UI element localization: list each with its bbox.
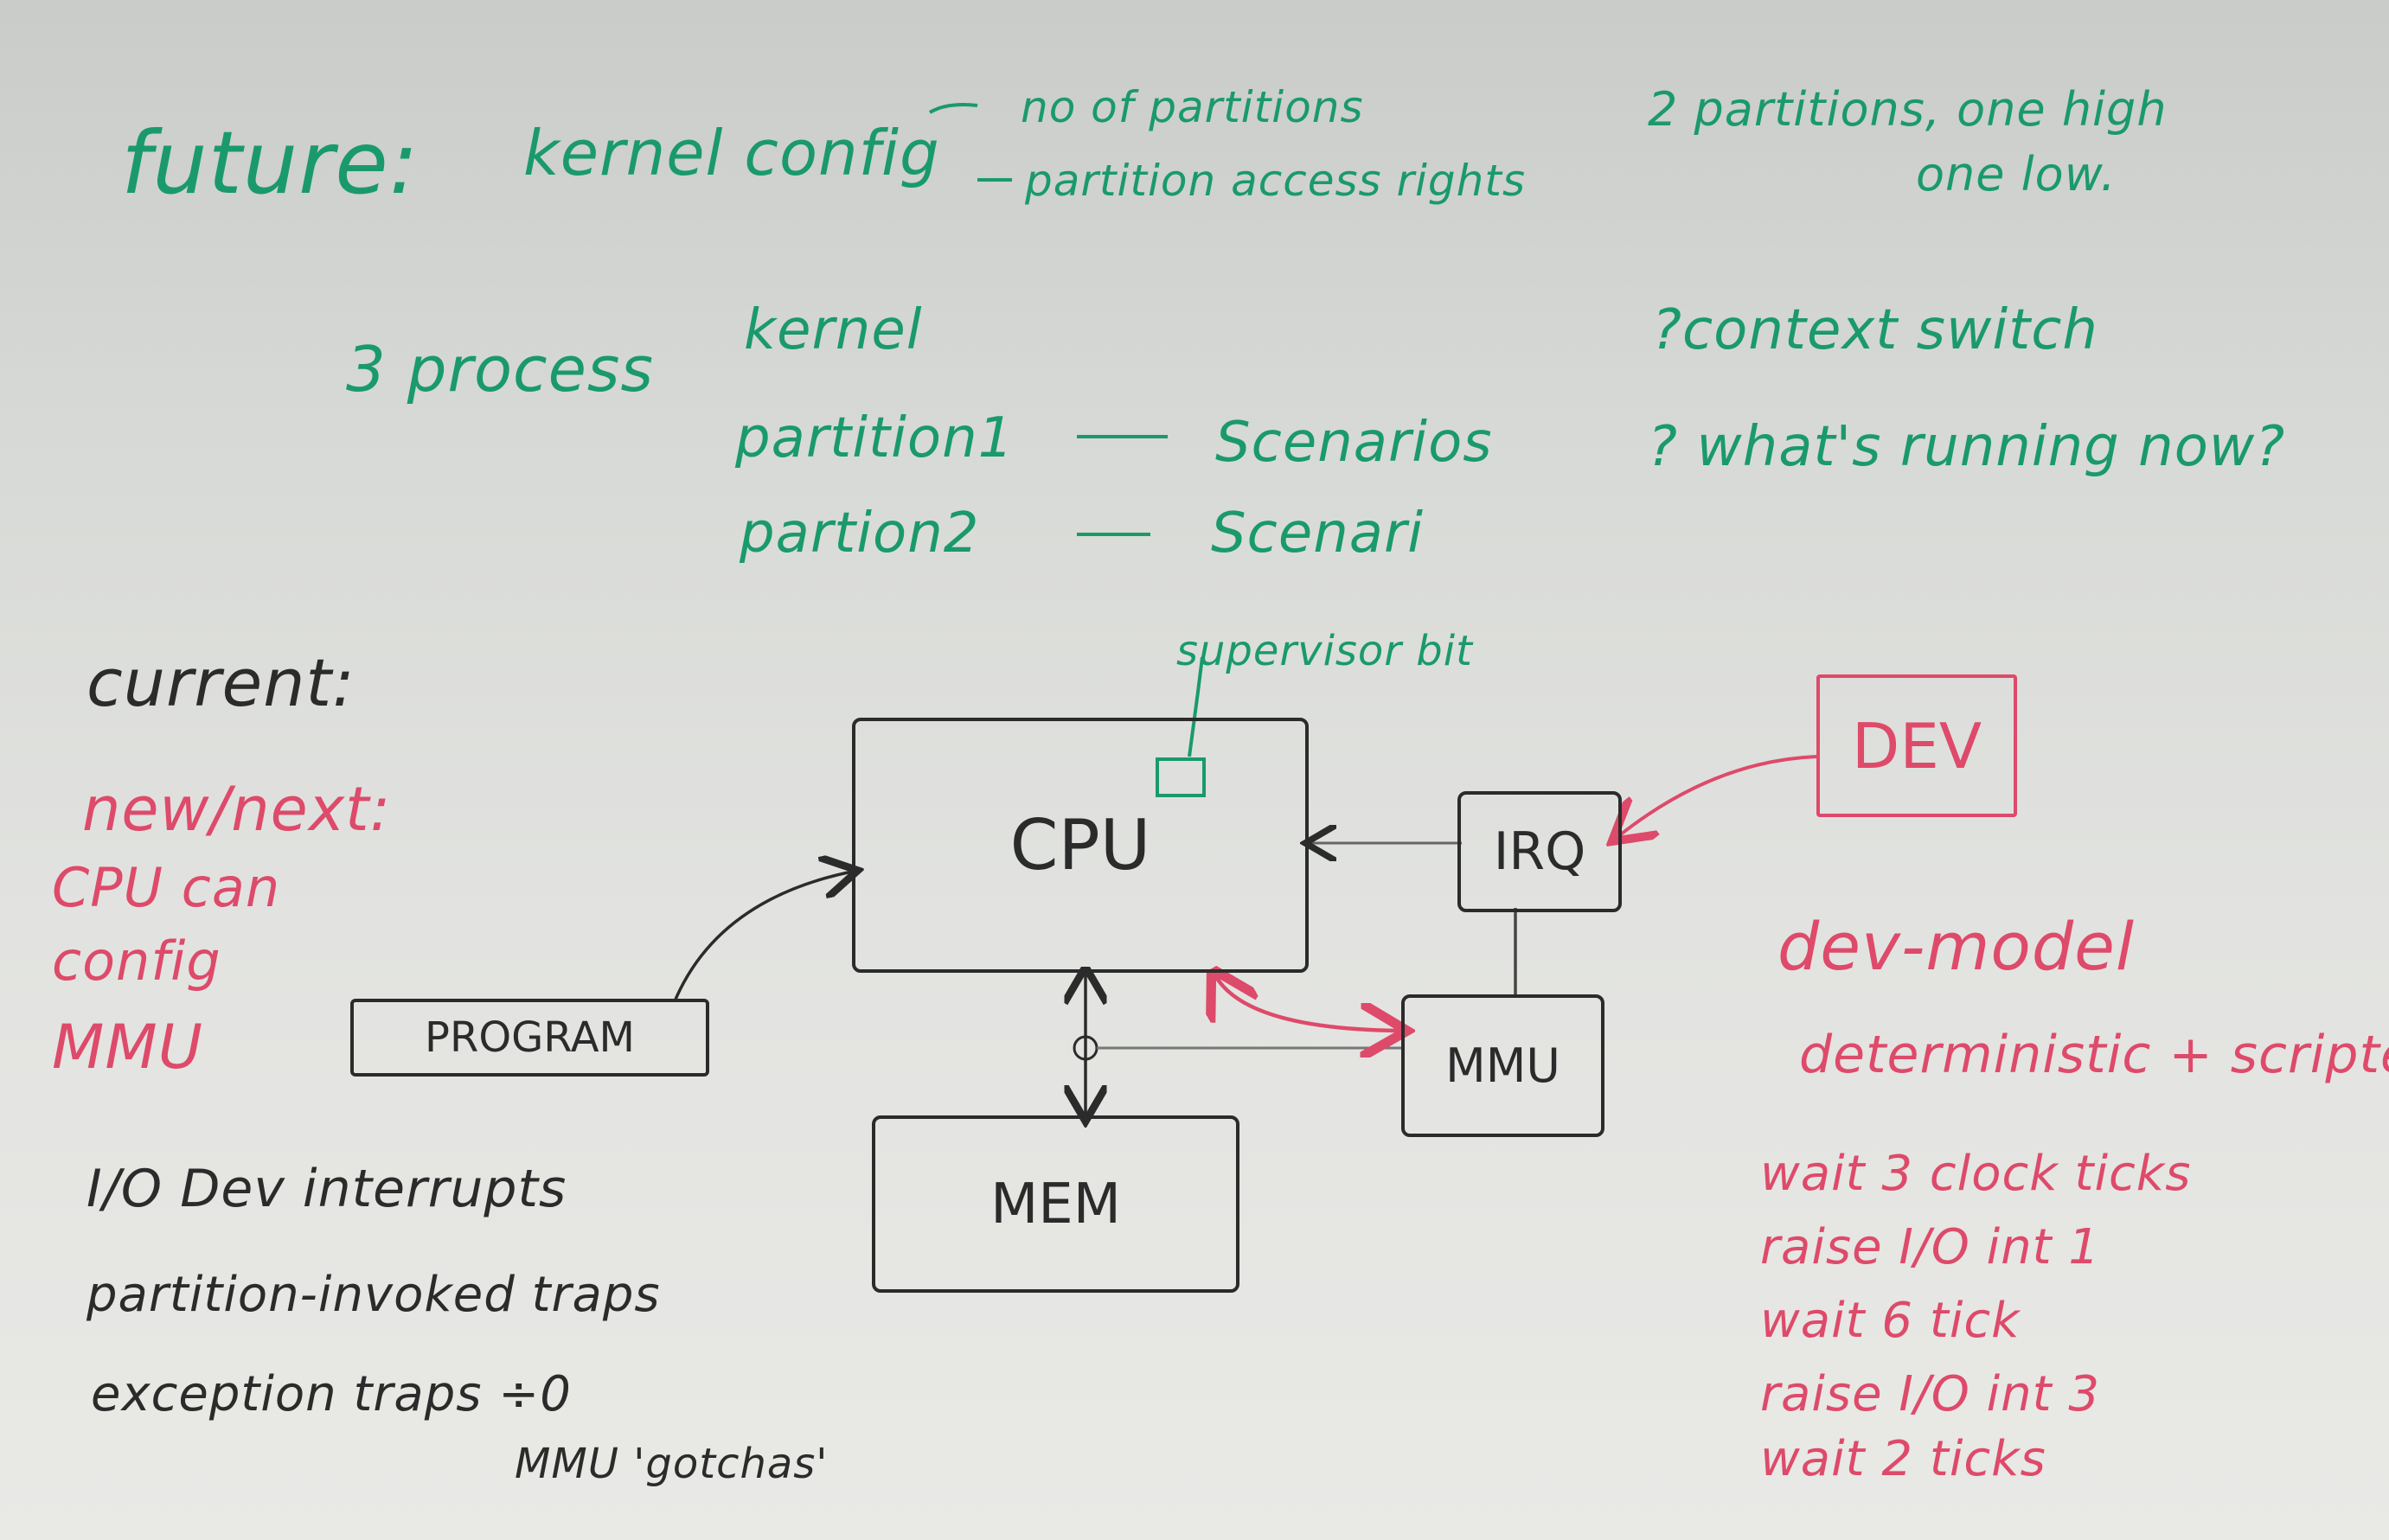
dev-model-step-2: raise I/O int 1 [1760, 1219, 2101, 1275]
partition2-scenario: Scenari [1211, 502, 1425, 566]
kernel-config-label: kernel config [523, 117, 940, 189]
cpu-note-line3: MMU [52, 1012, 204, 1083]
question-running-now: ? what's running now? [1648, 415, 2286, 479]
program-label: PROGRAM [425, 1013, 635, 1062]
program-to-cpu-arrow [673, 872, 852, 1002]
current-list-mmu-gotchas: MMU 'gotchas' [515, 1440, 829, 1488]
current-list-exception-traps: exception traps ÷0 [91, 1366, 572, 1422]
program-box: PROGRAM [350, 999, 709, 1077]
dev-model-step-3: wait 6 tick [1760, 1293, 2021, 1349]
irq-label: IRQ [1493, 821, 1586, 882]
dev-to-irq-arrow [1617, 755, 1817, 837]
dev-model-step-5: wait 2 ticks [1760, 1431, 2046, 1487]
whiteboard: future: kernel config no of partitions p… [0, 0, 2389, 1540]
question-context-switch: ?context switch [1652, 298, 2098, 362]
mem-label: MEM [990, 1172, 1121, 1236]
config-bracket-top [928, 103, 978, 114]
new-next-heading: new/next: [82, 774, 392, 845]
future-heading: future: [121, 112, 420, 214]
process-partition1: partition1 [735, 406, 1015, 470]
process-count-label: 3 process [346, 333, 654, 406]
dev-model-title: dev-model [1777, 908, 2136, 985]
partitions-note-line2: one low. [1916, 147, 2117, 201]
partitions-note-line1: 2 partitions, one high [1648, 82, 2168, 137]
mmu-label: MMU [1445, 1038, 1560, 1093]
config-item-access-rights: partition access rights [1025, 156, 1527, 206]
cpu-note-line2: config [52, 930, 221, 993]
dev-model-step-4: raise I/O int 3 [1760, 1366, 2101, 1422]
current-list-io: I/O Dev interrupts [86, 1159, 567, 1219]
dev-label: DEV [1851, 709, 1982, 783]
dev-box: DEV [1816, 674, 2017, 817]
mmu-box: MMU [1401, 994, 1604, 1137]
supervisor-bit-label: supervisor bit [1176, 627, 1473, 675]
current-list-partition-traps: partition-invoked traps [86, 1267, 661, 1323]
cpu-box: CPU [852, 718, 1309, 973]
irq-box: IRQ [1457, 791, 1622, 912]
mem-box: MEM [872, 1115, 1239, 1293]
dev-model-step-1: wait 3 clock ticks [1760, 1146, 2192, 1202]
current-heading: current: [86, 644, 355, 721]
config-item-partitions: no of partitions [1021, 82, 1364, 132]
cpu-note-line1: CPU can [52, 856, 281, 919]
process-kernel: kernel [744, 298, 923, 362]
cpu-mmu-red-arrow [1215, 975, 1399, 1031]
process-partition2: partion2 [740, 502, 980, 566]
partition1-scenario: Scenarios [1215, 411, 1493, 475]
cpu-label: CPU [1009, 805, 1151, 885]
dev-model-subtitle: deterministic + scripted [1799, 1025, 2389, 1085]
